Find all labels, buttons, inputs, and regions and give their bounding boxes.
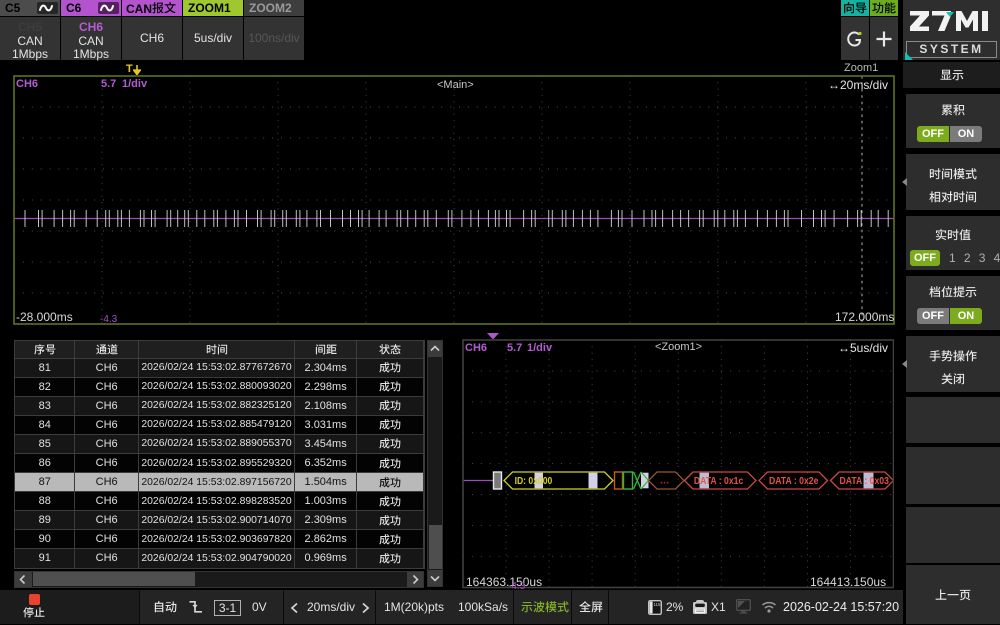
svg-text:DATA : 0x1c: DATA : 0x1c	[694, 475, 744, 487]
svg-text:...: ...	[660, 474, 669, 486]
svg-text:115: 115	[653, 602, 661, 607]
svg-text:ID: 0x000: ID: 0x000	[515, 475, 553, 487]
svg-text:DATA : 0x03: DATA : 0x03	[840, 475, 890, 487]
svg-text:DATA : 0x2e: DATA : 0x2e	[769, 475, 819, 487]
